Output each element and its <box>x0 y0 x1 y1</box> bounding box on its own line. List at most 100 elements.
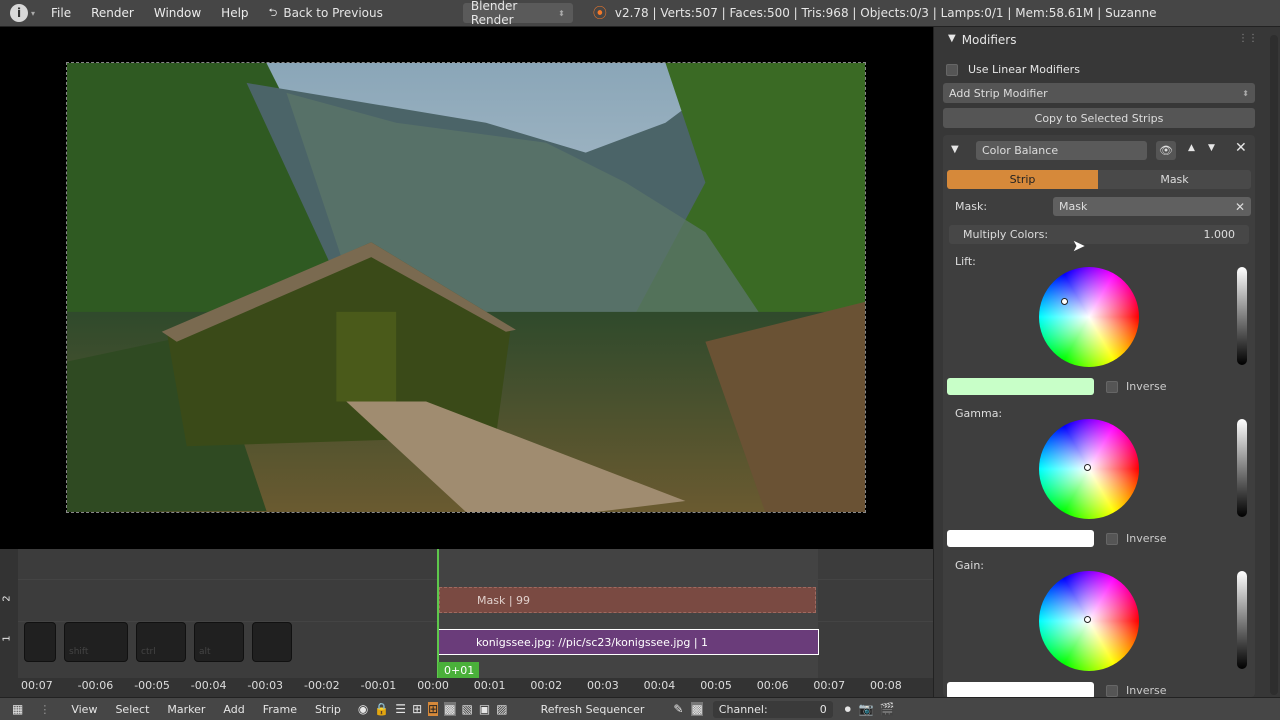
tab-mask[interactable]: Mask <box>1098 170 1251 189</box>
menu-add[interactable]: Add <box>214 703 253 716</box>
channel-field[interactable]: Channel: 0 <box>712 700 833 718</box>
scene-stats: ⦿ v2.78 | Verts:507 | Faces:500 | Tris:9… <box>593 3 1157 23</box>
render-engine-select[interactable]: Blender Render ⬍ <box>462 0 573 27</box>
ruler-tick-label: -00:01 <box>360 679 397 692</box>
back-to-previous-button[interactable]: ⮌ Back to Previous <box>259 4 393 23</box>
ruler-tick-label: 00:08 <box>870 679 902 692</box>
ruler-tick-label: -00:06 <box>77 679 114 692</box>
gain-label: Gain: <box>955 559 984 572</box>
tab-strip[interactable]: Strip <box>947 170 1098 189</box>
menu-frame[interactable]: Frame <box>254 703 306 716</box>
mask-label: Mask: <box>955 200 988 213</box>
drag-handle-icon[interactable]: ⋮⋮ <box>1238 33 1258 44</box>
sequencer-preview[interactable] <box>0 27 933 549</box>
gamma-inverse-checkbox[interactable]: Inverse <box>1106 532 1167 545</box>
mouse-cursor-icon: ➤ <box>1072 236 1086 255</box>
menu-view[interactable]: View <box>62 703 106 716</box>
add-strip-modifier-menu[interactable]: Add Strip Modifier ⬍ <box>943 83 1255 103</box>
menu-marker[interactable]: Marker <box>158 703 214 716</box>
tab-mask-label: Mask <box>1160 173 1189 186</box>
frame-badge-label: 0+01 <box>444 663 475 677</box>
channel-2-label: 2 <box>1 595 13 602</box>
gamma-wheel-cursor <box>1084 464 1091 471</box>
key-label: shift <box>69 647 89 657</box>
channel-label: Channel: <box>718 702 768 716</box>
checkbox-icon <box>1106 684 1118 697</box>
transparent-icon[interactable]: ▩ <box>691 702 703 716</box>
close-icon[interactable]: ✕ <box>1235 140 1247 156</box>
preview-icon[interactable]: ⊞ <box>412 702 422 716</box>
eye-icon[interactable]: 👁 <box>1156 141 1176 160</box>
stats-text: v2.78 | Verts:507 | Faces:500 | Tris:968… <box>614 6 1157 20</box>
view-sequencer-icon[interactable]: ◉ <box>358 702 368 716</box>
frame-range-highlight <box>438 549 818 679</box>
updown-icon: ⬍ <box>558 8 565 18</box>
menu-select[interactable]: Select <box>106 703 158 716</box>
copy-to-selected-button[interactable]: Copy to Selected Strips <box>943 108 1255 128</box>
lift-color-wheel[interactable] <box>1039 267 1139 367</box>
gamma-color-wheel[interactable] <box>1039 419 1139 519</box>
checkbox-icon <box>1106 380 1118 393</box>
keyboard-key-overlay <box>24 622 56 662</box>
refresh-sequencer-button[interactable]: Refresh Sequencer <box>532 703 654 716</box>
mask-field[interactable]: Mask ✕ <box>1053 197 1251 216</box>
lift-color-swatch[interactable] <box>947 378 1094 395</box>
overlay-icon[interactable]: ▣ <box>479 702 490 716</box>
image-strip[interactable]: konigssee.jpg: //pic/sc23/konigssee.jpg … <box>438 629 819 655</box>
ruler-tick-label: 00:07 <box>21 679 53 692</box>
back-label: Back to Previous <box>283 6 383 20</box>
sequencer-preview-icon[interactable]: ⊞ <box>428 702 439 716</box>
modifier-name-field[interactable]: Color Balance <box>976 141 1147 160</box>
preview-image <box>66 62 866 513</box>
gamma-color-swatch[interactable] <box>947 530 1094 547</box>
menu-toggle-icon[interactable]: ⋮ <box>39 703 50 716</box>
gain-value-slider[interactable] <box>1237 571 1247 669</box>
image-icon[interactable]: ▧ <box>462 702 473 716</box>
ruler-tick-label: 00:07 <box>813 679 846 692</box>
menu-strip[interactable]: Strip <box>306 703 350 716</box>
move-down-icon[interactable]: ▼ <box>1208 143 1215 153</box>
keyboard-key-alt: alt <box>194 622 244 662</box>
checker-icon[interactable]: ▩ <box>444 702 456 716</box>
key-label: ctrl <box>141 647 156 657</box>
ruler-tick-label: 00:04 <box>643 679 676 692</box>
record-icon[interactable]: ⏺ <box>845 702 851 717</box>
menu-render[interactable]: Render <box>81 6 144 20</box>
multiply-colors-slider[interactable]: Multiply Colors: 1.000 <box>949 225 1249 244</box>
camera-icon[interactable]: 📷 <box>859 702 874 716</box>
menu-window[interactable]: Window <box>144 6 211 20</box>
main-menu: File Render Window Help <box>41 6 259 20</box>
move-up-icon[interactable]: ▲ <box>1188 143 1195 153</box>
panel-scrollbar[interactable] <box>1270 35 1278 695</box>
use-linear-label: Use Linear Modifiers <box>968 63 1080 76</box>
render-engine-value: Blender Render <box>470 0 518 27</box>
lift-value-slider[interactable] <box>1237 267 1247 365</box>
mask-strip[interactable]: Mask | 99 <box>439 587 816 613</box>
multiply-value: 1.000 <box>1203 228 1236 241</box>
gain-inverse-checkbox[interactable]: Inverse <box>1106 684 1167 697</box>
time-ruler[interactable]: 00:07 -00:06 -00:05 -00:04 -00:03 -00:02 -00:0… <box>0 678 933 698</box>
editor-type-arrow-icon[interactable]: ▾ <box>31 9 35 18</box>
use-linear-modifiers-checkbox[interactable]: Use Linear Modifiers <box>946 63 1080 76</box>
lift-inverse-checkbox[interactable]: Inverse <box>1106 380 1167 393</box>
inverse-label: Inverse <box>1126 684 1167 697</box>
clear-mask-icon[interactable]: ✕ <box>1235 200 1245 214</box>
gamma-value-slider[interactable] <box>1237 419 1247 517</box>
info-icon[interactable]: i <box>10 4 28 22</box>
menu-help[interactable]: Help <box>211 6 258 20</box>
top-menu-bar: i ▾ File Render Window Help ⮌ Back to Pr… <box>0 0 1280 27</box>
mask-strip-label: Mask | 99 <box>477 593 531 607</box>
modifiers-header[interactable]: ▼ Modifiers <box>948 33 1016 47</box>
editor-type-icon[interactable]: ▦ <box>12 702 23 716</box>
lock-icon[interactable]: 🔒 <box>374 702 389 716</box>
menu-file[interactable]: File <box>41 6 81 20</box>
gain-color-wheel[interactable] <box>1039 571 1139 671</box>
expand-triangle-icon[interactable]: ▼ <box>951 144 959 155</box>
image-strip-label: konigssee.jpg: //pic/sc23/konigssee.jpg … <box>476 635 709 649</box>
brush-icon[interactable]: ✎ <box>673 702 683 716</box>
clapper-icon[interactable]: 🎬 <box>880 702 895 716</box>
ruler-tick-label: 00:06 <box>756 679 789 692</box>
picture-icon[interactable]: ▨ <box>496 702 507 716</box>
sequencer-icon[interactable]: ☰ <box>395 702 406 716</box>
playhead[interactable] <box>437 549 439 679</box>
